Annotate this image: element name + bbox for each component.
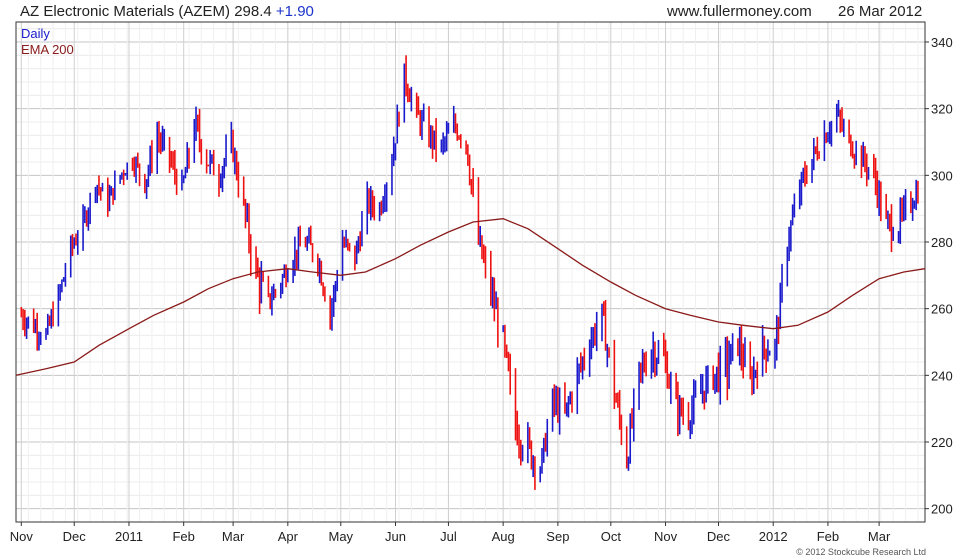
x-tick-label: Feb (172, 529, 194, 544)
x-tick-label: 2011 (115, 529, 143, 544)
y-axis: 200 220 240 260 280 300 320 340 (925, 35, 953, 517)
x-tick-label: Aug (492, 529, 515, 544)
x-tick-label: Dec (63, 529, 87, 544)
legend-daily: Daily (21, 26, 50, 41)
y-tick-label: 320 (931, 102, 953, 117)
daily-price-bars (20, 55, 919, 490)
x-axis: Nov Dec 2011 Feb Mar Apr May Jun Jul Aug Sep Oct Nov… (10, 522, 891, 544)
x-tick-label: Feb (817, 529, 839, 544)
x-tick-label: Sep (546, 529, 569, 544)
y-tick-label: 240 (931, 368, 953, 383)
x-tick-label: Apr (278, 529, 299, 544)
x-tick-label: Jul (440, 529, 457, 544)
x-tick-label: Mar (868, 529, 891, 544)
x-tick-label: May (328, 529, 353, 544)
legend-ema-200: EMA 200 (21, 42, 74, 57)
x-tick-label: Oct (601, 529, 622, 544)
y-tick-label: 300 (931, 168, 953, 183)
x-tick-label: Mar (222, 529, 245, 544)
y-tick-label: 260 (931, 302, 953, 317)
y-tick-label: 340 (931, 35, 953, 50)
x-tick-label: Dec (707, 529, 731, 544)
x-tick-label: Nov (654, 529, 678, 544)
x-tick-label: Jun (385, 529, 406, 544)
x-tick-label: Nov (10, 529, 34, 544)
x-tick-label: 2012 (759, 529, 788, 544)
y-tick-label: 220 (931, 435, 953, 450)
copyright-notice: © 2012 Stockcube Research Ltd (796, 547, 926, 557)
price-chart: 200 220 240 260 280 300 320 340 Nov Dec 2011 Feb Ma… (10, 21, 953, 557)
y-tick-label: 200 (931, 502, 953, 517)
chart-grid (15, 22, 925, 523)
y-tick-label: 280 (931, 235, 953, 250)
